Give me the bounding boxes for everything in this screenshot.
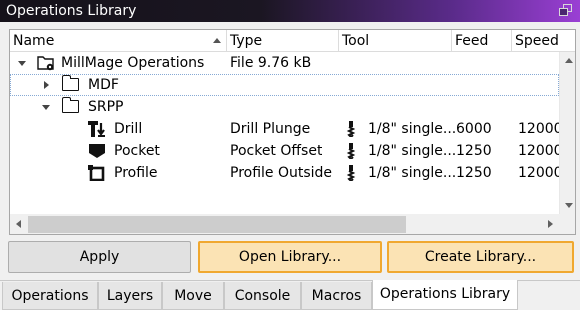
- row-name: MillMage Operations: [61, 55, 205, 71]
- row-name: Drill: [114, 121, 143, 137]
- column-label-tool: Tool: [342, 33, 370, 49]
- endmill-tool-icon: [346, 121, 356, 137]
- column-header-tool[interactable]: Tool: [339, 30, 452, 52]
- scroll-down-icon[interactable]: [565, 203, 573, 208]
- tab-operations[interactable]: Operations: [2, 282, 98, 310]
- profile-op-icon: [88, 165, 105, 181]
- sort-ascending-icon: [213, 38, 221, 43]
- tab-layers[interactable]: Layers: [98, 282, 162, 310]
- tree-row-profile[interactable]: Profile Profile Outside 1/8" single... 1…: [10, 162, 563, 184]
- row-tool: 1/8" single...: [368, 165, 457, 181]
- column-label-feed: Feed: [455, 33, 489, 49]
- drill-op-icon: [88, 121, 105, 137]
- column-header-feed[interactable]: Feed: [452, 30, 512, 52]
- folder-icon: [61, 75, 79, 91]
- tab-move[interactable]: Move: [162, 282, 224, 310]
- tree-row-mdf[interactable]: MDF: [10, 74, 559, 96]
- column-label-name: Name: [13, 33, 55, 49]
- row-feed: 1250: [456, 143, 492, 159]
- row-type: Drill Plunge: [230, 121, 311, 137]
- row-type: Profile Outside: [230, 165, 333, 181]
- tree-row-srpp[interactable]: SRPP: [10, 96, 559, 118]
- scroll-right-icon[interactable]: [548, 220, 553, 228]
- row-type: Pocket Offset: [230, 143, 323, 159]
- window-titlebar: Operations Library: [0, 0, 580, 22]
- row-feed: 1250: [456, 165, 492, 181]
- tree-row-drill[interactable]: Drill Drill Plunge 1/8" single... 6000 1…: [10, 118, 563, 140]
- column-header-speed[interactable]: Speed: [512, 30, 575, 52]
- horizontal-scroll-thumb[interactable]: [28, 216, 406, 233]
- row-name: SRPP: [88, 99, 124, 115]
- tab-console[interactable]: Console: [224, 282, 301, 310]
- millmage-file-icon: [37, 56, 54, 71]
- expand-arrow-icon[interactable]: [44, 81, 49, 89]
- scroll-left-icon[interactable]: [16, 220, 21, 228]
- row-name: Profile: [114, 165, 158, 181]
- tab-macros[interactable]: Macros: [301, 282, 372, 310]
- column-header-name[interactable]: Name: [10, 30, 227, 52]
- tree-header: Name Type Tool Feed Speed: [10, 30, 575, 52]
- apply-button[interactable]: Apply: [8, 241, 191, 273]
- row-type: File 9.76 kB: [230, 55, 312, 71]
- tree-row-pocket[interactable]: Pocket Pocket Offset 1/8" single... 1250…: [10, 140, 563, 162]
- horizontal-scrollbar[interactable]: [10, 214, 559, 234]
- vertical-scrollbar[interactable]: [559, 52, 575, 214]
- row-speed: 12000: [518, 143, 563, 159]
- tab-operations-library[interactable]: Operations Library: [372, 280, 518, 310]
- bottom-tab-bar: Operations Layers Move Console Macros Op…: [0, 280, 580, 310]
- row-tool: 1/8" single...: [368, 143, 457, 159]
- endmill-tool-icon: [346, 143, 356, 159]
- collapse-arrow-icon[interactable]: [42, 105, 50, 110]
- operations-tree[interactable]: Name Type Tool Feed Speed MillMage Opera…: [9, 29, 576, 235]
- row-feed: 6000: [456, 121, 492, 137]
- tree-row-millmage-operations[interactable]: MillMage Operations File 9.76 kB: [10, 52, 559, 74]
- scroll-corner: [559, 214, 575, 234]
- endmill-tool-icon: [346, 165, 356, 181]
- folder-icon: [61, 97, 79, 113]
- open-library-button[interactable]: Open Library...: [198, 241, 382, 273]
- restore-window-icon[interactable]: [558, 3, 574, 19]
- row-tool: 1/8" single...: [368, 121, 457, 137]
- column-label-speed: Speed: [515, 33, 559, 49]
- pocket-op-icon: [89, 144, 105, 158]
- row-speed: 12000: [518, 121, 563, 137]
- row-name: Pocket: [114, 143, 160, 159]
- row-speed: 12000: [518, 165, 563, 181]
- column-header-type[interactable]: Type: [227, 30, 339, 52]
- column-label-type: Type: [230, 33, 263, 49]
- scroll-up-icon[interactable]: [565, 58, 573, 63]
- create-library-button[interactable]: Create Library...: [387, 241, 574, 273]
- window-title: Operations Library: [6, 3, 137, 19]
- collapse-arrow-icon[interactable]: [18, 61, 26, 66]
- row-name: MDF: [88, 77, 119, 93]
